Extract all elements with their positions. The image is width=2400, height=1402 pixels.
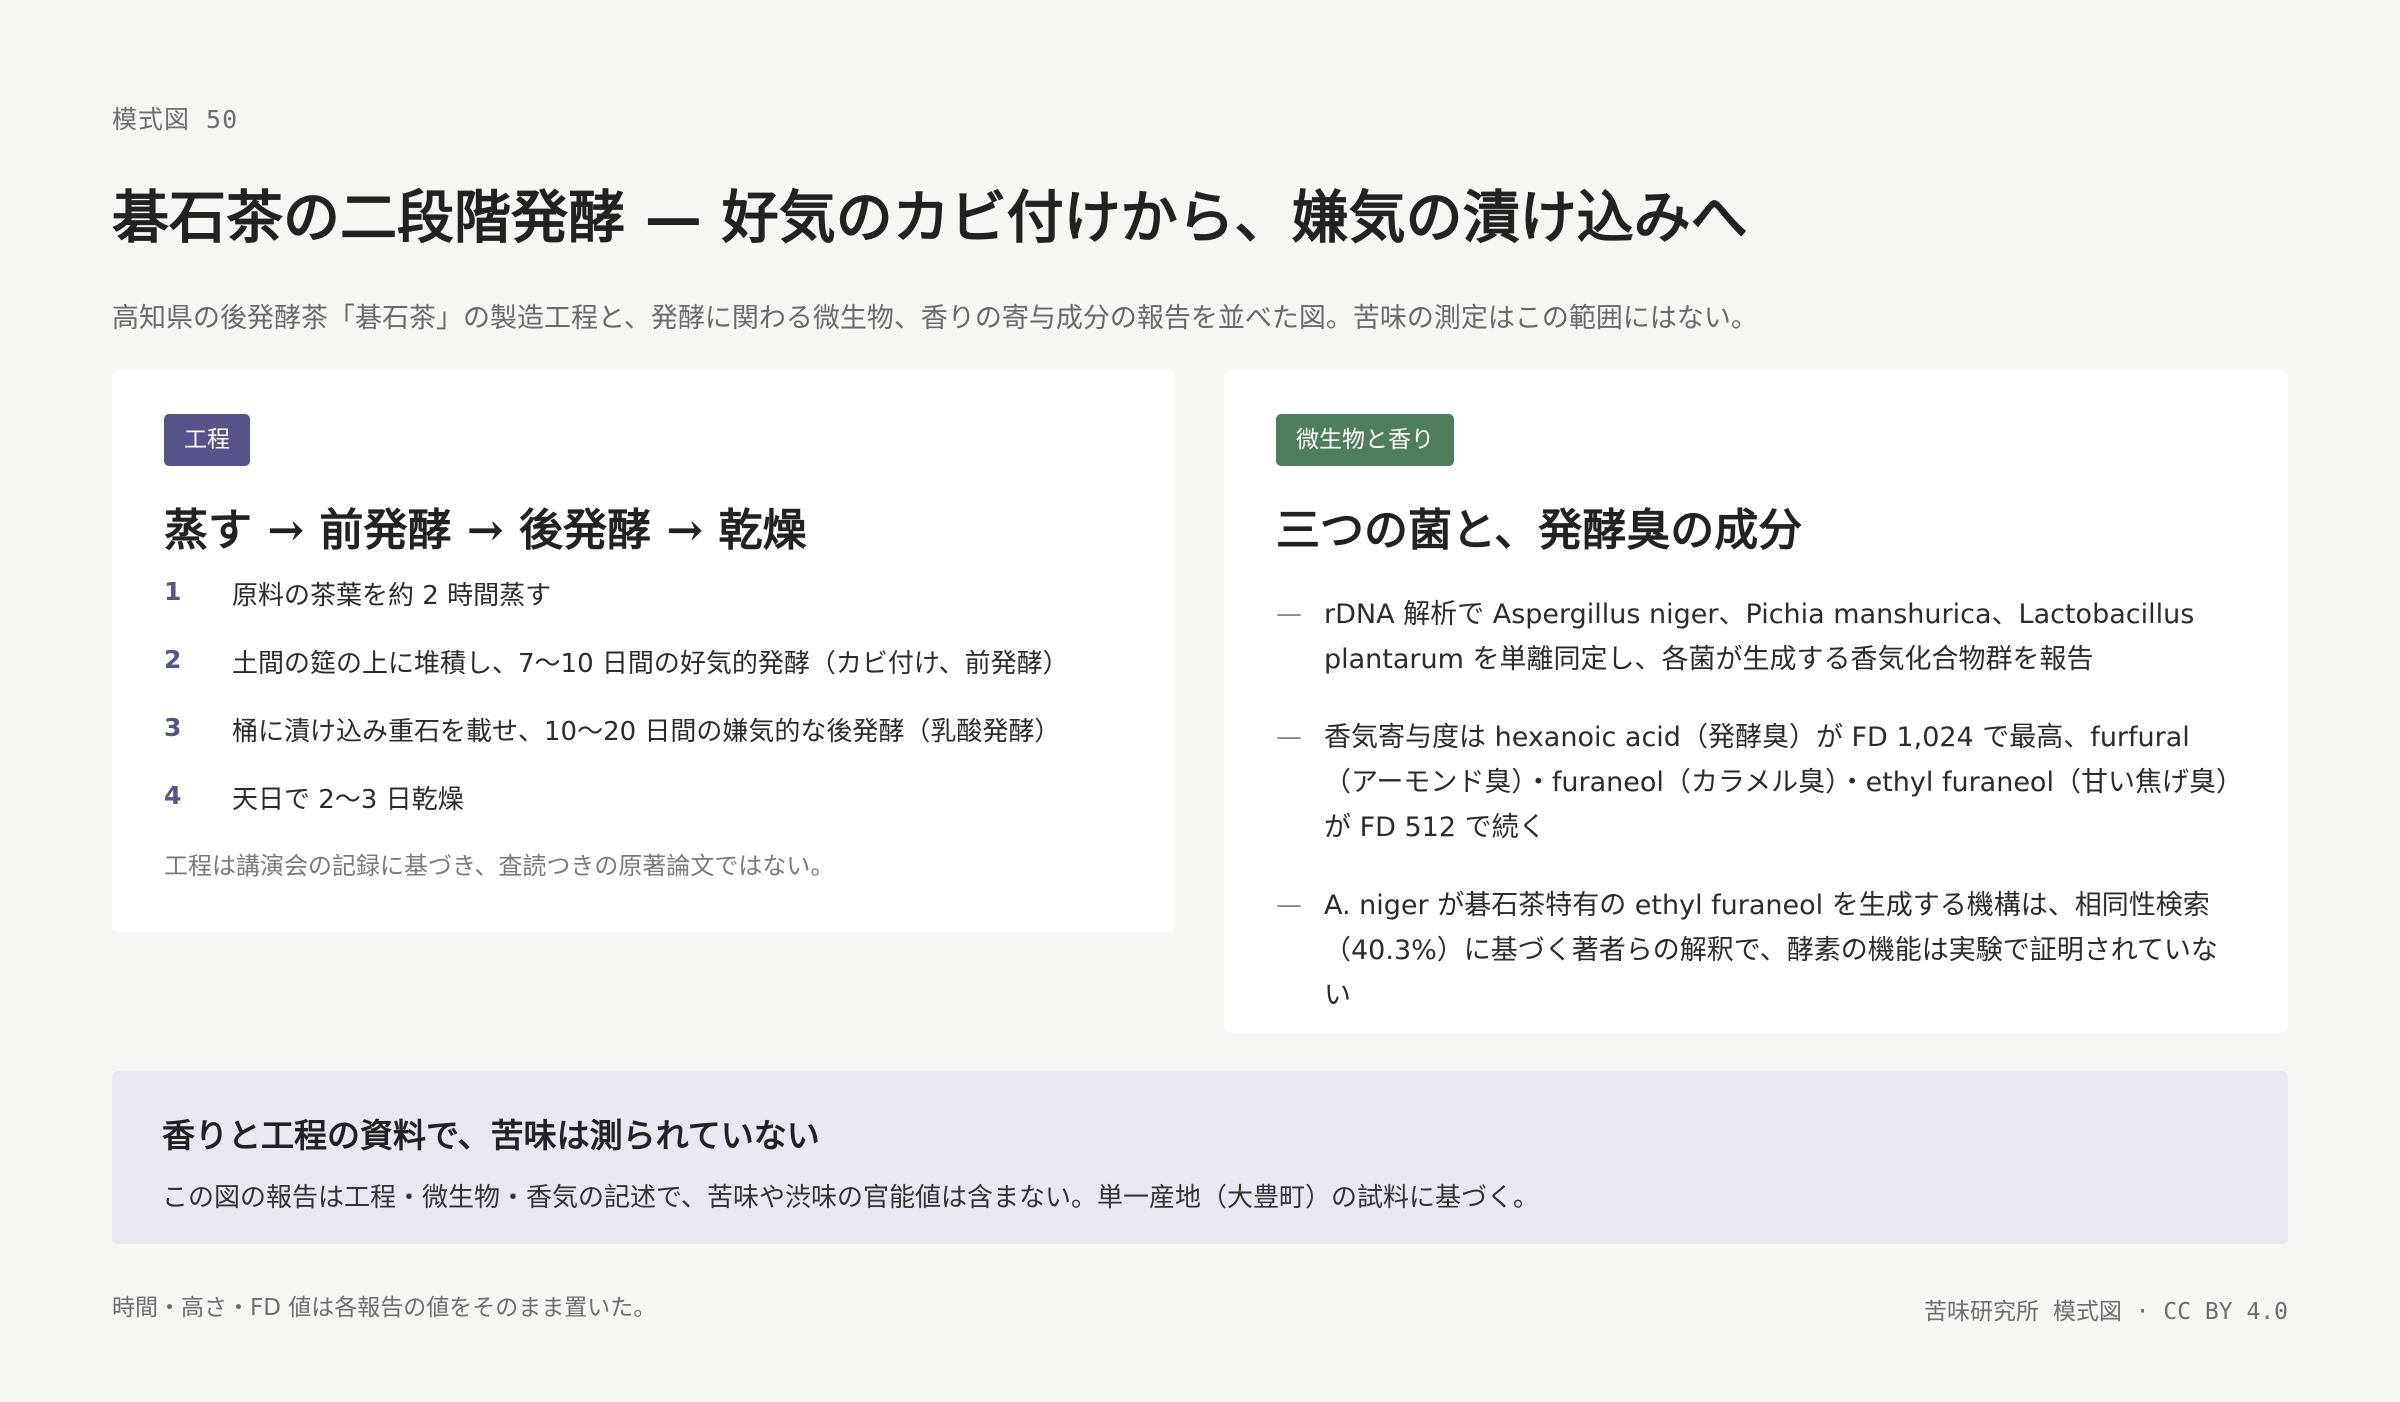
fact-item: — rDNA 解析で Aspergillus niger、Pichia mans… xyxy=(1276,592,2236,682)
figure-label: 模式図 50 xyxy=(112,105,239,134)
step-number: 4 xyxy=(164,781,182,810)
step-text: 桶に漬け込み重石を載せ、10〜20 日間の嫌気的な後発酵（乳酸発酵） xyxy=(232,717,1061,747)
process-step: 1 原料の茶葉を約 2 時間蒸す xyxy=(164,576,1123,616)
step-number: 3 xyxy=(164,713,182,742)
page-subtitle: 高知県の後発酵茶「碁石茶」の製造工程と、発酵に関わる微生物、香りの寄与成分の報告… xyxy=(112,303,1758,334)
step-text: 土間の筵の上に堆積し、7〜10 日間の好気的発酵（カビ付け、前発酵） xyxy=(232,649,1069,679)
microbe-heading: 三つの菌と、発酵臭の成分 xyxy=(1276,505,1803,556)
process-steps: 1 原料の茶葉を約 2 時間蒸す 2 土間の筵の上に堆積し、7〜10 日間の好気… xyxy=(164,576,1123,820)
microbe-card: 微生物と香り 三つの菌と、発酵臭の成分 — rDNA 解析で Aspergill… xyxy=(1224,370,2288,1033)
process-card: 工程 蒸す → 前発酵 → 後発酵 → 乾燥 1 原料の茶葉を約 2 時間蒸す … xyxy=(112,370,1175,932)
fact-text: 香気寄与度は hexanoic acid（発酵臭）が FD 1,024 で最高、… xyxy=(1324,722,2230,843)
footer-note: 時間・高さ・FD 値は各報告の値をそのまま置いた。 xyxy=(112,1295,657,1321)
step-number: 2 xyxy=(164,645,182,674)
process-step: 2 土間の筵の上に堆積し、7〜10 日間の好気的発酵（カビ付け、前発酵） xyxy=(164,644,1123,684)
fact-item: — A. niger が碁石茶特有の ethyl furaneol を生成する機… xyxy=(1276,883,2236,1018)
page-title: 碁石茶の二段階発酵 — 好気のカビ付けから、嫌気の漬け込みへ xyxy=(112,184,1748,251)
microbe-facts: — rDNA 解析で Aspergillus niger、Pichia mans… xyxy=(1276,592,2236,1018)
step-text: 原料の茶葉を約 2 時間蒸す xyxy=(232,581,552,611)
dash-bullet: — xyxy=(1276,599,1302,629)
fact-text: rDNA 解析で Aspergillus niger、Pichia manshu… xyxy=(1324,599,2195,675)
summary-text: この図の報告は工程・微生物・香気の記述で、苦味や渋味の官能値は含まない。単一産地… xyxy=(162,1183,1539,1213)
summary-title: 香りと工程の資料で、苦味は測られていない xyxy=(162,1116,820,1155)
fact-item: — 香気寄与度は hexanoic acid（発酵臭）が FD 1,024 で最… xyxy=(1276,715,2236,850)
fact-text: A. niger が碁石茶特有の ethyl furaneol を生成する機構は… xyxy=(1324,890,2218,1011)
process-note: 工程は講演会の記録に基づき、査読つきの原著論文ではない。 xyxy=(164,852,835,880)
summary-box: 香りと工程の資料で、苦味は測られていない この図の報告は工程・微生物・香気の記述… xyxy=(112,1071,2288,1244)
process-tag: 工程 xyxy=(164,414,250,466)
footer-credit: 苦味研究所 模式図 · CC BY 4.0 xyxy=(1923,1299,2288,1325)
step-number: 1 xyxy=(164,577,182,606)
dash-bullet: — xyxy=(1276,722,1302,752)
step-text: 天日で 2〜3 日乾燥 xyxy=(232,785,464,815)
process-step: 3 桶に漬け込み重石を載せ、10〜20 日間の嫌気的な後発酵（乳酸発酵） xyxy=(164,712,1123,752)
process-step: 4 天日で 2〜3 日乾燥 xyxy=(164,780,1123,820)
process-heading: 蒸す → 前発酵 → 後発酵 → 乾燥 xyxy=(164,505,807,556)
dash-bullet: — xyxy=(1276,890,1302,920)
microbe-tag: 微生物と香り xyxy=(1276,414,1454,466)
